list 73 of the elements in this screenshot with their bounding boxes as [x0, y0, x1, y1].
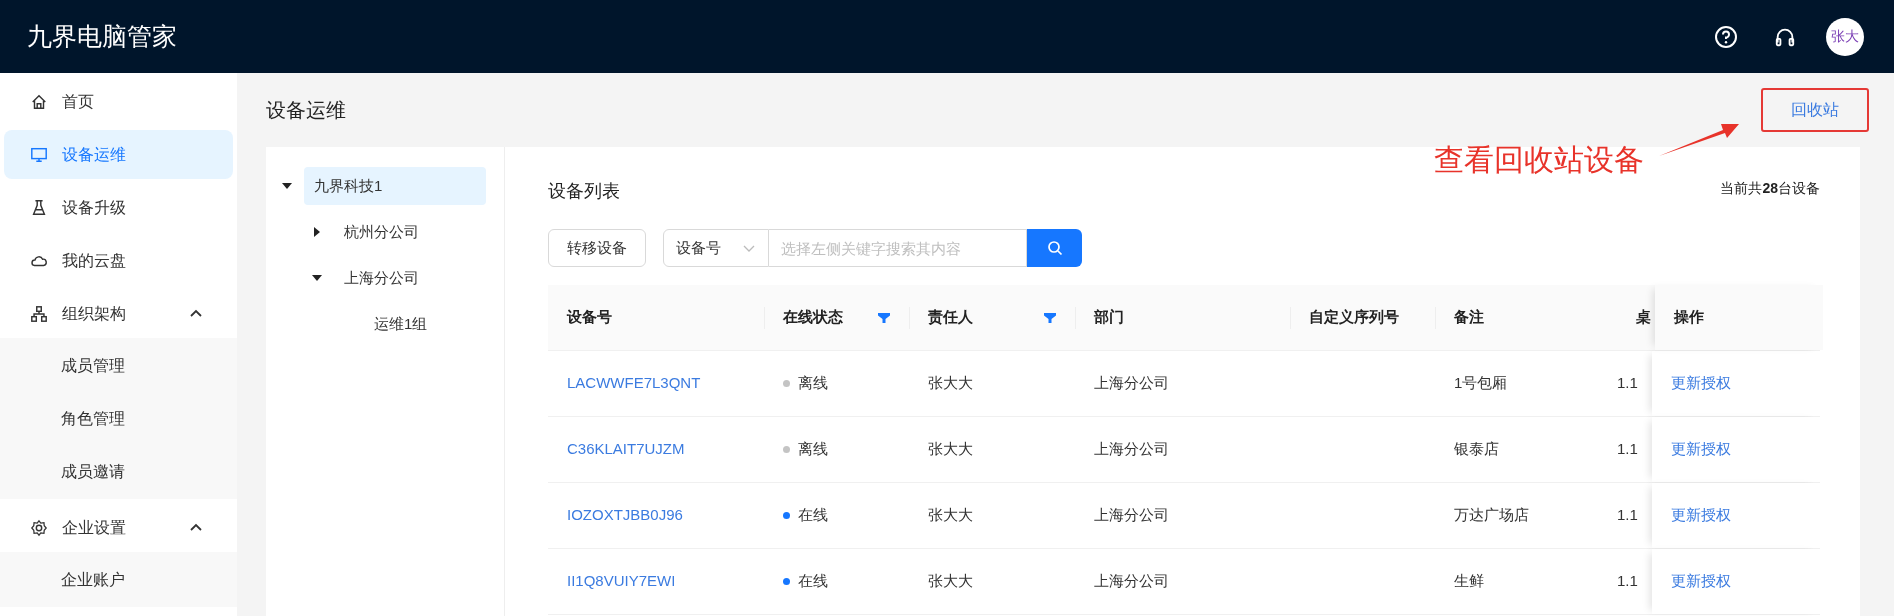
sidebar-subitem[interactable]: 企业账户	[0, 553, 237, 606]
device-count: 当前共28台设备	[1720, 178, 1820, 198]
table-cell-text: 张大大	[928, 505, 973, 526]
tree-node[interactable]: 上海分公司	[334, 259, 429, 297]
table-cell-text: 1.1	[1617, 439, 1638, 460]
renew-license-link[interactable]: 更新授权	[1671, 438, 1731, 461]
device-link[interactable]: II1Q8VUIY7EWI	[567, 570, 676, 593]
monitor-icon	[30, 145, 48, 164]
column-header[interactable]: 责任人	[928, 306, 1056, 329]
tree-node[interactable]: 杭州分公司	[334, 213, 429, 251]
device-link[interactable]: C36KLAIT7UJZM	[567, 438, 685, 461]
column-header[interactable]: 备注	[1454, 306, 1598, 329]
settings-icon	[30, 518, 48, 537]
renew-license-link[interactable]: 更新授权	[1671, 372, 1731, 395]
column-header[interactable]: 自定义序列号	[1309, 306, 1416, 329]
status-text: 离线	[798, 439, 828, 460]
sidebar-item[interactable]: 设备运维	[4, 130, 233, 179]
device-link[interactable]: LACWWFE7L3QNT	[567, 372, 701, 395]
user-avatar[interactable]: 张大	[1826, 17, 1864, 56]
column-header[interactable]: 在线状态	[783, 306, 890, 329]
filter-icon[interactable]	[1044, 311, 1056, 324]
table-cell-text: 1号包厢	[1454, 373, 1508, 394]
table-cell-text: 上海分公司	[1094, 373, 1169, 394]
list-title: 设备列表	[548, 179, 620, 203]
caret-icon[interactable]	[312, 273, 322, 283]
annotation-text: 查看回收站设备	[1434, 145, 1644, 175]
sidebar-item[interactable]: 组织架构	[4, 289, 233, 338]
search-icon	[1046, 240, 1063, 256]
sidebar-item[interactable]: 首页	[4, 77, 233, 126]
table-cell-text: 上海分公司	[1094, 439, 1169, 460]
hierarchy-icon	[30, 304, 48, 323]
status-text: 在线	[798, 571, 828, 592]
renew-license-link[interactable]: 更新授权	[1671, 570, 1731, 593]
column-header[interactable]: 设备号	[567, 306, 745, 329]
caret-icon[interactable]	[282, 181, 292, 191]
tree-node[interactable]: 九界科技1	[304, 167, 486, 205]
help-icon[interactable]	[1714, 24, 1738, 49]
table-cell-text: 万达广场店	[1454, 505, 1529, 526]
sidebar-item[interactable]: 我的云盘	[4, 236, 233, 285]
table-cell-text: 上海分公司	[1094, 505, 1169, 526]
table-cell-text: 张大大	[928, 439, 973, 460]
sidebar-subitem[interactable]: 角色管理	[0, 392, 237, 445]
search-field[interactable]: 选择左侧关键字搜索其内容	[769, 229, 1027, 267]
flask-icon	[30, 198, 48, 217]
search-button[interactable]	[1027, 229, 1082, 267]
sidebar-item[interactable]: 设备升级	[4, 183, 233, 232]
table-cell-text: 银泰店	[1454, 439, 1499, 460]
transfer-button[interactable]: 转移设备	[548, 229, 646, 267]
renew-license-link[interactable]: 更新授权	[1671, 504, 1731, 527]
recycle-bin-button[interactable]: 回收站	[1761, 88, 1869, 132]
app-title: 九界电脑管家	[27, 20, 177, 52]
filter-icon[interactable]	[878, 311, 890, 324]
column-header[interactable]: 部门	[1094, 306, 1271, 329]
status-text: 离线	[798, 373, 828, 394]
status-text: 在线	[798, 505, 828, 526]
search-key-select[interactable]: 设备号	[663, 229, 769, 267]
device-link[interactable]: IOZOXTJBB0J96	[567, 504, 683, 527]
column-header[interactable]: 操作	[1674, 306, 1804, 329]
caret-icon[interactable]	[312, 227, 322, 237]
table-cell-text: 生鲜	[1454, 571, 1484, 592]
table-cell-text: 张大大	[928, 373, 973, 394]
sidebar-item[interactable]: 企业设置	[4, 503, 233, 552]
column-header[interactable]: 桌	[1636, 306, 1651, 329]
tree-node[interactable]: 运维1组	[364, 305, 438, 343]
home-icon	[30, 92, 48, 111]
sidebar-subitem[interactable]: 成员管理	[0, 339, 237, 392]
table-cell-text: 1.1	[1617, 571, 1638, 592]
sidebar-subitem[interactable]: 成员邀请	[0, 445, 237, 498]
table-cell-text: 1.1	[1617, 505, 1638, 526]
table-cell-text: 上海分公司	[1094, 571, 1169, 592]
table-cell-text: 张大大	[928, 571, 973, 592]
page-title: 设备运维	[266, 98, 346, 123]
table-cell-text: 1.1	[1617, 373, 1638, 394]
